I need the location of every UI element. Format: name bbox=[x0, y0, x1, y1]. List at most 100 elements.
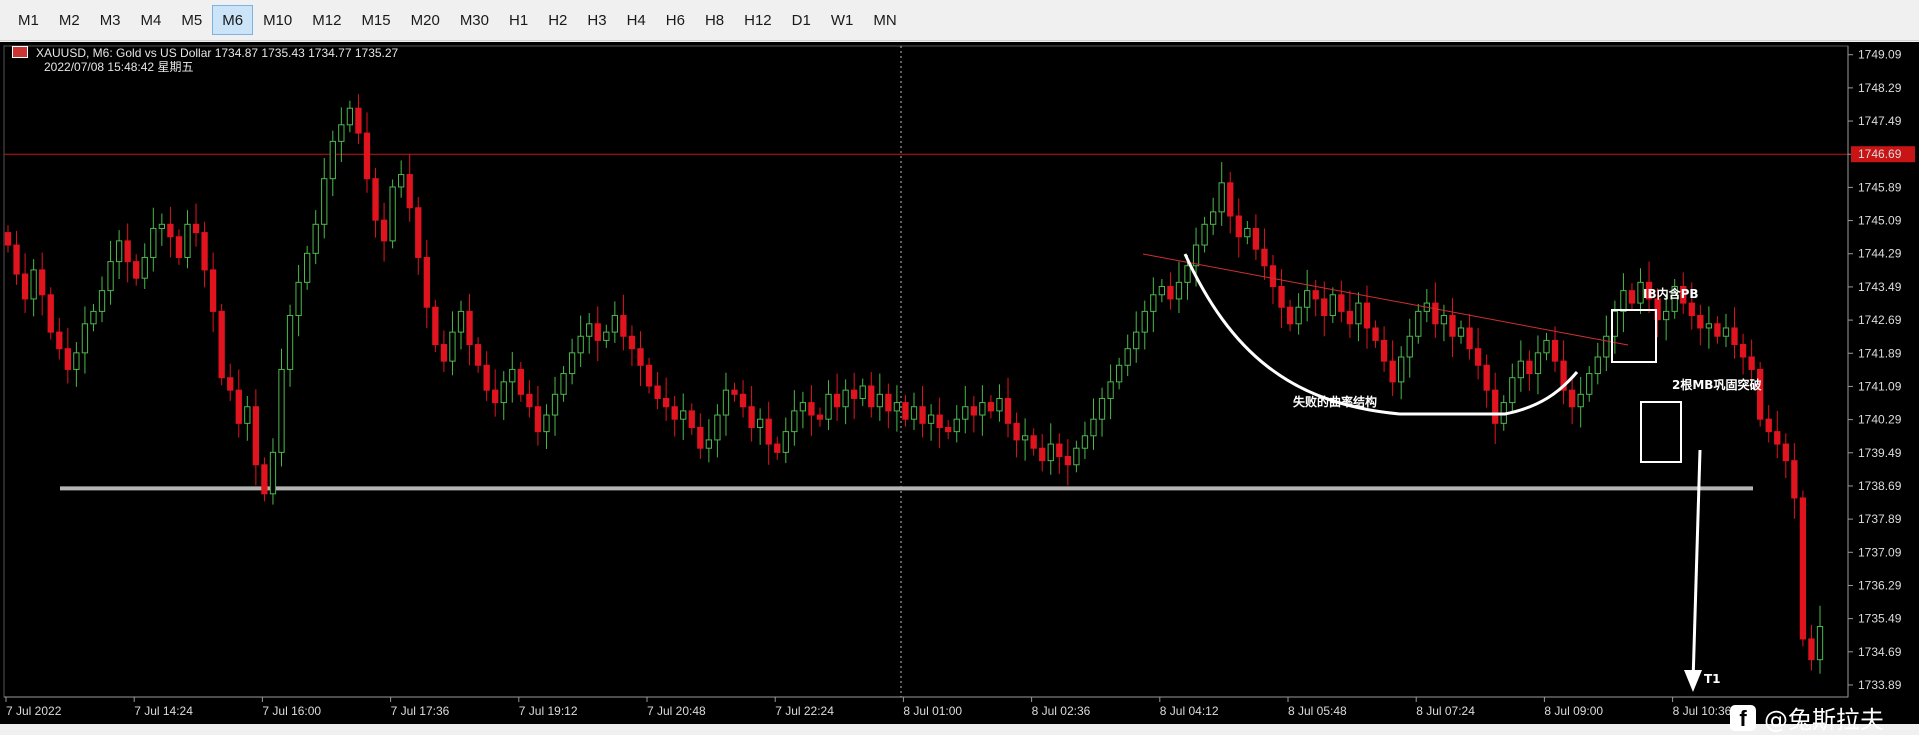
candle bbox=[1586, 366, 1593, 402]
candle bbox=[1363, 285, 1371, 349]
candle-body bbox=[389, 186, 396, 242]
candle bbox=[1056, 433, 1063, 474]
candle-body bbox=[124, 240, 131, 263]
candle bbox=[927, 404, 935, 441]
timeframe-button-h1[interactable]: H1 bbox=[499, 5, 538, 35]
candle-body bbox=[1534, 352, 1542, 375]
timeframe-button-h6[interactable]: H6 bbox=[656, 5, 695, 35]
candle bbox=[722, 372, 730, 436]
candle-body bbox=[705, 439, 713, 449]
price-label: 1744.29 bbox=[1858, 247, 1902, 261]
timeframe-button-m1[interactable]: M1 bbox=[8, 5, 49, 35]
curvature-curve[interactable] bbox=[1183, 253, 1579, 416]
candle-body bbox=[218, 310, 225, 379]
timeframe-button-m3[interactable]: M3 bbox=[90, 5, 131, 35]
candle-body bbox=[1663, 310, 1670, 321]
candle-body bbox=[227, 377, 234, 391]
candle-body bbox=[363, 132, 371, 180]
candle-body bbox=[47, 294, 54, 333]
timeframe-button-w1[interactable]: W1 bbox=[821, 5, 864, 35]
candle bbox=[782, 417, 789, 464]
candle bbox=[662, 377, 670, 421]
timeframe-button-m6[interactable]: M6 bbox=[212, 5, 254, 35]
candle-body bbox=[996, 397, 1003, 412]
candle bbox=[1628, 283, 1636, 311]
candle-body bbox=[1594, 356, 1601, 375]
candle bbox=[1560, 340, 1567, 405]
candle-body bbox=[1286, 306, 1294, 325]
candle bbox=[64, 327, 71, 384]
candle bbox=[115, 230, 123, 280]
candle-body bbox=[808, 402, 815, 416]
candle bbox=[1133, 311, 1140, 363]
candle bbox=[1697, 304, 1704, 346]
candle-body bbox=[1586, 373, 1593, 395]
candle-body bbox=[791, 410, 798, 433]
timeframe-button-m10[interactable]: M10 bbox=[253, 5, 302, 35]
timeframe-button-h12[interactable]: H12 bbox=[734, 5, 782, 35]
timeframe-button-m5[interactable]: M5 bbox=[171, 5, 212, 35]
time-label: 8 Jul 02:36 bbox=[1032, 704, 1091, 718]
candle-body bbox=[1064, 456, 1071, 466]
chart-window[interactable]: 失败的曲率结构 IB内含PB 2根MB巩固突破 T1 1749.09 1748.29 17… bbox=[0, 42, 1919, 734]
timeframe-button-m4[interactable]: M4 bbox=[131, 5, 172, 35]
candle bbox=[1791, 443, 1798, 519]
candle-body bbox=[1081, 435, 1089, 449]
candle-body bbox=[1765, 418, 1772, 433]
timeframe-button-d1[interactable]: D1 bbox=[782, 5, 821, 35]
candle-body bbox=[936, 414, 943, 428]
timeframe-button-m12[interactable]: M12 bbox=[302, 5, 351, 35]
candle-body bbox=[1141, 310, 1148, 333]
timeframe-button-h3[interactable]: H3 bbox=[577, 5, 616, 35]
timeframe-button-h8[interactable]: H8 bbox=[695, 5, 734, 35]
candle bbox=[1722, 313, 1730, 348]
candle bbox=[192, 203, 200, 247]
candle bbox=[1081, 421, 1089, 459]
candle bbox=[304, 245, 311, 290]
candle-body bbox=[697, 426, 704, 449]
price-label: 1741.89 bbox=[1858, 346, 1902, 360]
timeframe-button-mn[interactable]: MN bbox=[863, 5, 906, 35]
time-label: 7 Jul 22:24 bbox=[775, 704, 834, 718]
candle bbox=[1064, 439, 1071, 486]
ib-label: IB内含PB bbox=[1643, 286, 1699, 301]
candle bbox=[996, 384, 1003, 422]
candle bbox=[1534, 335, 1542, 395]
candle bbox=[919, 386, 926, 438]
candle bbox=[808, 385, 815, 436]
timeframe-button-h2[interactable]: H2 bbox=[538, 5, 577, 35]
candle bbox=[1398, 346, 1405, 400]
candle bbox=[47, 287, 54, 340]
price-label: 1741.09 bbox=[1858, 379, 1902, 393]
trend-line[interactable] bbox=[1142, 253, 1629, 346]
candle-body bbox=[1363, 302, 1371, 329]
candle-body bbox=[953, 418, 960, 433]
candle bbox=[329, 130, 336, 197]
candle-body bbox=[1218, 182, 1225, 213]
candle-body bbox=[380, 219, 388, 242]
timeframe-button-m2[interactable]: M2 bbox=[49, 5, 90, 35]
candle-body bbox=[586, 323, 593, 337]
price-chart[interactable]: 失败的曲率结构IB内含PB2根MB巩固突破T1 1749.091748.2917… bbox=[0, 42, 1919, 724]
timeframe-button-m15[interactable]: M15 bbox=[351, 5, 400, 35]
candle-body bbox=[192, 223, 200, 234]
candle-body bbox=[799, 402, 807, 412]
candle bbox=[1457, 320, 1465, 344]
candle bbox=[1304, 269, 1311, 322]
candle-body bbox=[1175, 281, 1183, 300]
candle bbox=[107, 240, 114, 305]
timeframe-button-h4[interactable]: H4 bbox=[617, 5, 656, 35]
candle bbox=[1577, 376, 1584, 428]
candle-body bbox=[816, 414, 824, 420]
timeframe-button-m20[interactable]: M20 bbox=[401, 5, 450, 35]
candle-body bbox=[1526, 360, 1533, 375]
candle bbox=[1731, 307, 1738, 359]
candle bbox=[1278, 269, 1285, 328]
candle-body bbox=[885, 393, 892, 412]
candle-body bbox=[1184, 265, 1191, 283]
candle-body bbox=[1808, 638, 1815, 661]
candle-body bbox=[449, 331, 456, 362]
mb-box[interactable] bbox=[1640, 401, 1682, 463]
timeframe-button-m30[interactable]: M30 bbox=[450, 5, 499, 35]
ib-box[interactable] bbox=[1611, 309, 1657, 363]
